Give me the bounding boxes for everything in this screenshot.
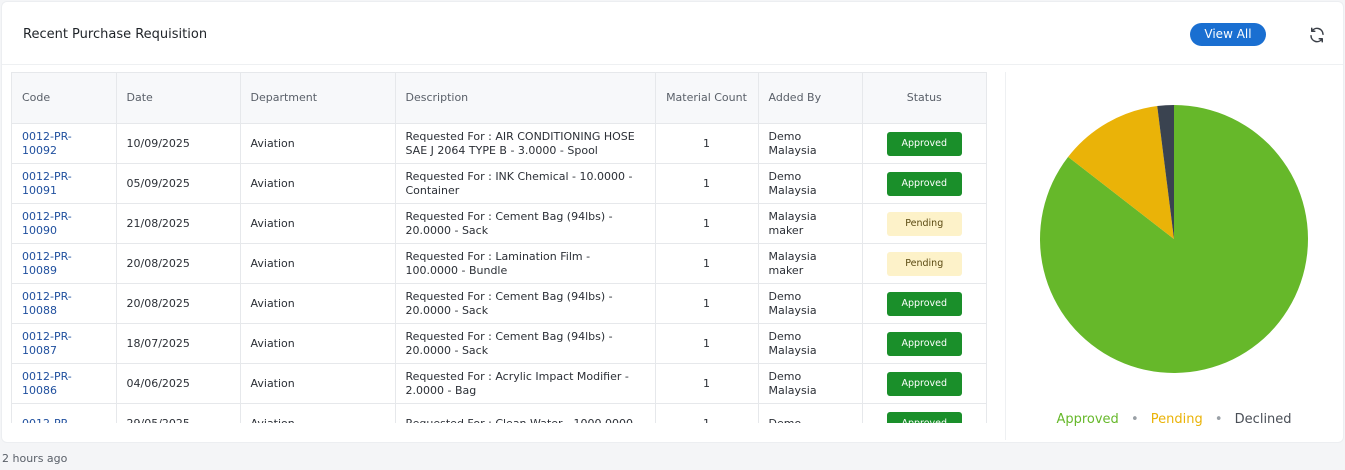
- cell-department: Aviation: [240, 363, 396, 404]
- cell-added-by: Demo: [758, 403, 863, 423]
- cell-added-by: Demo Malaysia: [758, 123, 863, 164]
- status-badge: Approved: [886, 411, 962, 423]
- cell-material-count: 1: [655, 243, 759, 284]
- status-pie-chart: [1040, 105, 1308, 373]
- column-header-date[interactable]: Date: [116, 73, 241, 124]
- column-header-department[interactable]: Department: [240, 73, 396, 124]
- legend-separator: •: [1130, 412, 1139, 427]
- cell-code[interactable]: 0012-PR-10091: [12, 163, 117, 204]
- cell-description: Requested For : Clean Water - 1000.0000: [395, 403, 656, 423]
- cell-status: Approved: [862, 403, 986, 423]
- cell-description: Requested For : Cement Bag (94lbs) - 20.…: [395, 203, 656, 244]
- status-badge: Approved: [886, 331, 962, 356]
- cell-material-count: 1: [655, 163, 759, 204]
- cell-description: Requested For : AIR CONDITIONING HOSE SA…: [395, 123, 656, 164]
- cell-material-count: 1: [655, 283, 759, 324]
- cell-status: Approved: [862, 363, 986, 404]
- cell-code[interactable]: 0012-PR-10087: [12, 323, 117, 364]
- cell-added-by: Malaysia maker: [758, 243, 863, 284]
- refresh-icon[interactable]: [1308, 26, 1326, 44]
- view-all-button[interactable]: View All: [1190, 23, 1266, 46]
- cell-code[interactable]: 0012-PR-10092: [12, 123, 117, 164]
- status-badge: Pending: [886, 211, 962, 236]
- table-row[interactable]: 0012-PR-10090 21/08/2025 Aviation Requested…: [12, 203, 986, 244]
- cell-date: 20/08/2025: [116, 283, 241, 324]
- status-badge: Pending: [886, 251, 962, 276]
- cell-date: 29/05/2025: [116, 403, 241, 423]
- column-header-status[interactable]: Status: [862, 73, 986, 124]
- cell-material-count: 1: [655, 323, 759, 364]
- cell-department: Aviation: [240, 203, 396, 244]
- cell-date: 04/06/2025: [116, 363, 241, 404]
- cell-department: Aviation: [240, 283, 396, 324]
- cell-code[interactable]: 0012-PR-10086: [12, 363, 117, 404]
- cell-material-count: 1: [655, 363, 759, 404]
- table-row[interactable]: 0012-PR- 29/05/2025 Aviation Requested For …: [12, 403, 986, 423]
- cell-added-by: Demo Malaysia: [758, 323, 863, 364]
- status-badge: Approved: [886, 371, 962, 396]
- cell-added-by: Demo Malaysia: [758, 283, 863, 324]
- cell-date: 20/08/2025: [116, 243, 241, 284]
- updated-timestamp: 2 hours ago: [2, 452, 68, 465]
- cell-code[interactable]: 0012-PR-10088: [12, 283, 117, 324]
- pie-legend: Approved • Pending • Declined: [1006, 412, 1342, 427]
- cell-description: Requested For : INK Chemical - 10.0000 -…: [395, 163, 656, 204]
- cell-status: Approved: [862, 323, 986, 364]
- table-row[interactable]: 0012-PR-10086 04/06/2025 Aviation Requested…: [12, 363, 986, 404]
- cell-status: Approved: [862, 283, 986, 324]
- cell-date: 21/08/2025: [116, 203, 241, 244]
- cell-department: Aviation: [240, 243, 396, 284]
- legend-pending[interactable]: Pending: [1151, 412, 1203, 427]
- cell-status: Pending: [862, 203, 986, 244]
- cell-date: 18/07/2025: [116, 323, 241, 364]
- card-header: Recent Purchase Requisition View All: [2, 2, 1343, 65]
- table-row[interactable]: 0012-PR-10089 20/08/2025 Aviation Requested…: [12, 243, 986, 284]
- cell-code[interactable]: 0012-PR-10089: [12, 243, 117, 284]
- cell-material-count: 1: [655, 123, 759, 164]
- cell-description: Requested For : Acrylic Impact Modifier …: [395, 363, 656, 404]
- cell-status: Approved: [862, 123, 986, 164]
- status-badge: Approved: [886, 291, 962, 316]
- cell-added-by: Demo Malaysia: [758, 363, 863, 404]
- cell-added-by: Demo Malaysia: [758, 163, 863, 204]
- legend-approved[interactable]: Approved: [1056, 412, 1118, 427]
- table-row[interactable]: 0012-PR-10087 18/07/2025 Aviation Requested…: [12, 323, 986, 364]
- requisition-table: Code Date Department Description Materia…: [11, 72, 987, 423]
- card-title: Recent Purchase Requisition: [23, 27, 208, 42]
- cell-code[interactable]: 0012-PR-10090: [12, 203, 117, 244]
- cell-description: Requested For : Lamination Film - 100.00…: [395, 243, 656, 284]
- cell-department: Aviation: [240, 123, 396, 164]
- cell-department: Aviation: [240, 403, 396, 423]
- status-badge: Approved: [886, 171, 962, 196]
- cell-status: Pending: [862, 243, 986, 284]
- cell-material-count: 1: [655, 403, 759, 423]
- column-header-description[interactable]: Description: [395, 73, 656, 124]
- cell-material-count: 1: [655, 203, 759, 244]
- legend-separator: •: [1214, 412, 1223, 427]
- cell-date: 05/09/2025: [116, 163, 241, 204]
- table-header-row: Code Date Department Description Materia…: [12, 73, 986, 124]
- cell-description: Requested For : Cement Bag (94lbs) - 20.…: [395, 323, 656, 364]
- table-row[interactable]: 0012-PR-10091 05/09/2025 Aviation Requested…: [12, 163, 986, 204]
- panel-divider: [1005, 72, 1006, 440]
- status-badge: Approved: [886, 131, 962, 156]
- column-header-material-count[interactable]: Material Count: [655, 73, 759, 124]
- column-header-added-by[interactable]: Added By: [758, 73, 863, 124]
- cell-added-by: Malaysia maker: [758, 203, 863, 244]
- cell-date: 10/09/2025: [116, 123, 241, 164]
- table-row[interactable]: 0012-PR-10092 10/09/2025 Aviation Requested…: [12, 123, 986, 164]
- cell-department: Aviation: [240, 163, 396, 204]
- cell-department: Aviation: [240, 323, 396, 364]
- cell-description: Requested For : Cement Bag (94lbs) - 20.…: [395, 283, 656, 324]
- table-row[interactable]: 0012-PR-10088 20/08/2025 Aviation Requested…: [12, 283, 986, 324]
- cell-code[interactable]: 0012-PR-: [12, 403, 117, 423]
- legend-declined[interactable]: Declined: [1235, 412, 1292, 427]
- column-header-code[interactable]: Code: [12, 73, 117, 124]
- cell-status: Approved: [862, 163, 986, 204]
